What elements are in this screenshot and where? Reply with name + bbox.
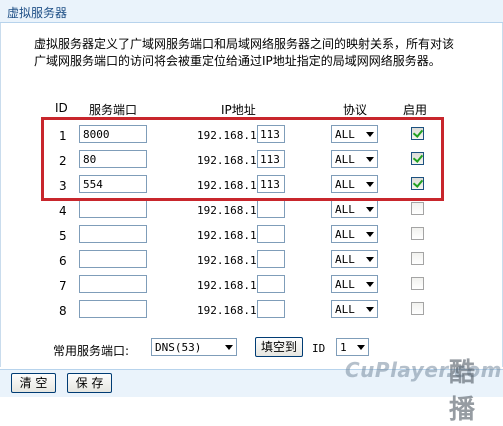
row-id: 7: [59, 279, 67, 293]
ip-last-octet-input[interactable]: [257, 300, 285, 318]
enabled-checkbox[interactable]: [411, 202, 424, 215]
enabled-checkbox[interactable]: [411, 252, 424, 265]
row-id: 8: [59, 304, 67, 318]
row-id: 5: [59, 229, 67, 243]
protocol-value: ALL: [335, 303, 355, 316]
common-port-label: 常用服务端口:: [53, 344, 130, 358]
table-row: 5 192.168.1. ALL: [0, 225, 503, 249]
chevron-down-icon: [366, 307, 374, 312]
protocol-value: ALL: [335, 203, 355, 216]
header-service-port: 服务端口: [89, 103, 138, 117]
service-port-input[interactable]: [79, 250, 147, 268]
page-title: 虚拟服务器: [7, 6, 68, 20]
ip-prefix: 192.168.1.: [197, 304, 264, 317]
watermark-logo: CuPlayer.com 酷播: [345, 352, 501, 425]
common-port-value: DNS(53): [155, 341, 202, 354]
row-id: 6: [59, 254, 67, 268]
common-port-select[interactable]: DNS(53): [151, 338, 237, 356]
ip-last-octet-input[interactable]: [257, 275, 285, 293]
table-row: 7 192.168.1. ALL: [0, 275, 503, 299]
chevron-down-icon: [366, 257, 374, 262]
save-button[interactable]: 保 存: [67, 373, 112, 393]
ip-prefix: 192.168.1.: [197, 204, 264, 217]
header-id: ID: [55, 101, 68, 115]
id-select-label: ID: [312, 342, 326, 355]
table-row: 8 192.168.1. ALL: [0, 300, 503, 324]
chevron-down-icon: [357, 345, 365, 350]
table-row: 4 192.168.1. ALL: [0, 200, 503, 224]
chevron-down-icon: [366, 282, 374, 287]
protocol-value: ALL: [335, 278, 355, 291]
ip-last-octet-input[interactable]: [257, 200, 285, 218]
ip-last-octet-input[interactable]: [257, 225, 285, 243]
protocol-value: ALL: [335, 253, 355, 266]
service-port-input[interactable]: [79, 200, 147, 218]
header-ip-address: IP地址: [221, 103, 256, 117]
chevron-down-icon: [366, 232, 374, 237]
row-id: 4: [59, 204, 67, 218]
service-port-input[interactable]: [79, 275, 147, 293]
ip-last-octet-input[interactable]: [257, 250, 285, 268]
title-bar: 虚拟服务器: [0, 0, 503, 23]
header-enabled: 启用: [403, 103, 428, 117]
ip-prefix: 192.168.1.: [197, 229, 264, 242]
protocol-select[interactable]: ALL: [331, 275, 378, 293]
enabled-checkbox[interactable]: [411, 302, 424, 315]
chevron-down-icon: [366, 207, 374, 212]
header-protocol: 协议: [343, 103, 368, 117]
chevron-down-icon: [225, 345, 233, 350]
table-row: 6 192.168.1. ALL: [0, 250, 503, 274]
ip-prefix: 192.168.1.: [197, 279, 264, 292]
protocol-select[interactable]: ALL: [331, 225, 378, 243]
enabled-checkbox[interactable]: [411, 227, 424, 240]
protocol-select[interactable]: ALL: [331, 300, 378, 318]
fill-to-button[interactable]: 填空到: [255, 337, 303, 357]
protocol-select[interactable]: ALL: [331, 200, 378, 218]
service-port-input[interactable]: [79, 225, 147, 243]
enabled-checkbox[interactable]: [411, 277, 424, 290]
description-text: 虚拟服务器定义了广域网服务端口和局域网络服务器之间的映射关系，所有对该广域网服务…: [34, 37, 455, 68]
protocol-select[interactable]: ALL: [331, 250, 378, 268]
service-port-input[interactable]: [79, 300, 147, 318]
highlight-annotation-box: [41, 117, 444, 201]
protocol-value: ALL: [335, 228, 355, 241]
clear-button[interactable]: 清 空: [11, 373, 56, 393]
ip-prefix: 192.168.1.: [197, 254, 264, 267]
watermark-cjk: 酷播: [449, 358, 476, 425]
